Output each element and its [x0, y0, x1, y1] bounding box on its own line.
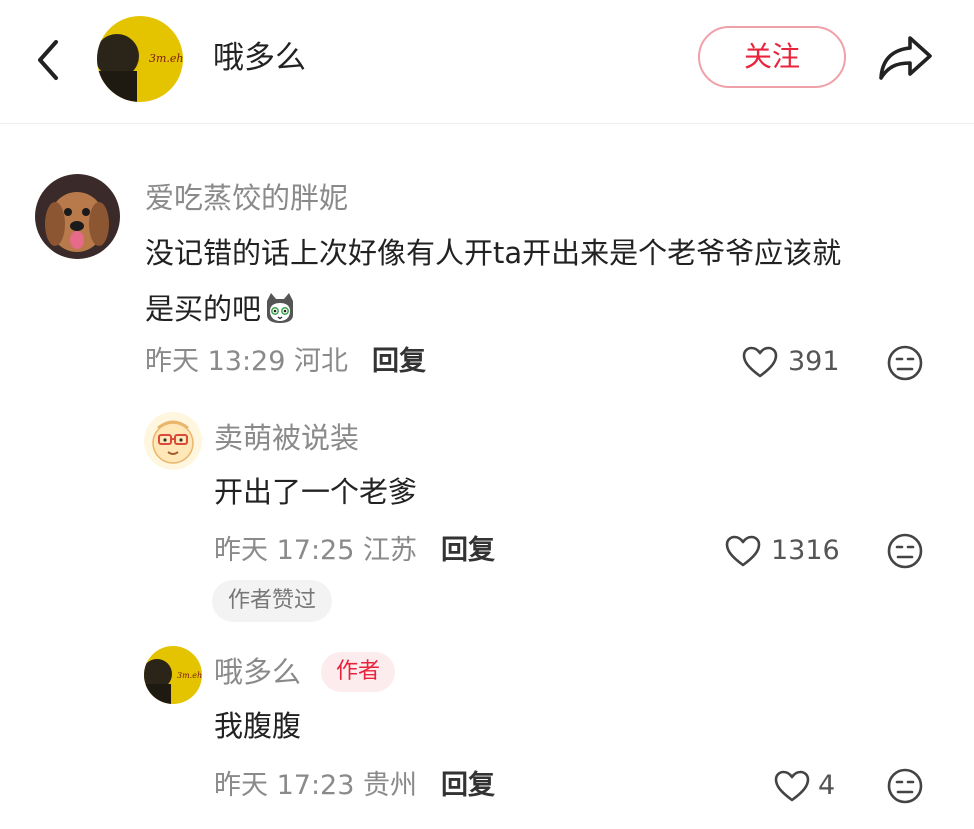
comment-text-line1: 没记错的话上次好像有人开ta开出来是个老爷爷应该就 — [145, 236, 842, 270]
dislike-face-icon[interactable] — [886, 767, 924, 805]
comment-date: 昨天 13:29 — [145, 346, 286, 377]
comment-text: 没记错的话上次好像有人开ta开出来是个老爷爷应该就 是买的吧 — [145, 225, 945, 337]
commenter-name[interactable]: 哦多么 — [214, 652, 301, 692]
comment-time: 昨天 17:25 江苏 — [214, 531, 417, 571]
comment-time: 昨天 17:23 贵州 — [214, 766, 417, 806]
reply-button[interactable]: 回复 — [441, 766, 495, 806]
comment-location: 江苏 — [363, 535, 417, 566]
share-icon[interactable] — [876, 32, 934, 82]
reply-button[interactable]: 回复 — [372, 342, 426, 382]
like-count: 4 — [818, 770, 836, 801]
comment-text: 开出了一个老爹 — [214, 475, 418, 509]
like-heart-icon[interactable] — [724, 534, 762, 568]
comment-location: 河北 — [294, 346, 348, 377]
like-count: 391 — [788, 346, 840, 377]
comment-location: 贵州 — [363, 770, 417, 801]
like-heart-icon[interactable] — [741, 345, 779, 379]
back-arrow-icon[interactable] — [30, 36, 70, 84]
cat-emoji-icon — [267, 293, 294, 323]
commenter-name[interactable]: 卖萌被说装 — [214, 418, 359, 458]
dislike-face-icon[interactable] — [886, 532, 924, 570]
comment-text: 我腹腹 — [214, 709, 302, 743]
author-avatar[interactable]: 3m.eh — [97, 16, 183, 102]
svg-text:3m.eh: 3m.eh — [149, 52, 183, 65]
commenter-avatar[interactable] — [35, 174, 120, 259]
comment-time: 昨天 13:29 河北 — [145, 342, 348, 382]
author-liked-badge: 作者赞过 — [212, 580, 332, 622]
follow-button[interactable]: 关注 — [698, 26, 846, 88]
author-badge: 作者 — [321, 652, 395, 692]
reply-button[interactable]: 回复 — [441, 531, 495, 571]
author-name[interactable]: 哦多么 — [213, 36, 306, 80]
comment-text-line2: 是买的吧 — [145, 292, 262, 326]
comment-date: 昨天 17:23 — [214, 770, 355, 801]
comment-date: 昨天 17:25 — [214, 535, 355, 566]
like-heart-icon[interactable] — [773, 769, 811, 803]
commenter-name[interactable]: 爱吃蒸饺的胖妮 — [145, 178, 348, 218]
dislike-face-icon[interactable] — [886, 344, 924, 382]
commenter-avatar[interactable]: 3m.eh — [144, 646, 202, 704]
svg-text:3m.eh: 3m.eh — [177, 671, 202, 680]
like-count: 1316 — [771, 535, 840, 566]
commenter-avatar[interactable] — [144, 412, 202, 470]
top-bar: 3m.eh 哦多么 关注 — [0, 0, 974, 124]
